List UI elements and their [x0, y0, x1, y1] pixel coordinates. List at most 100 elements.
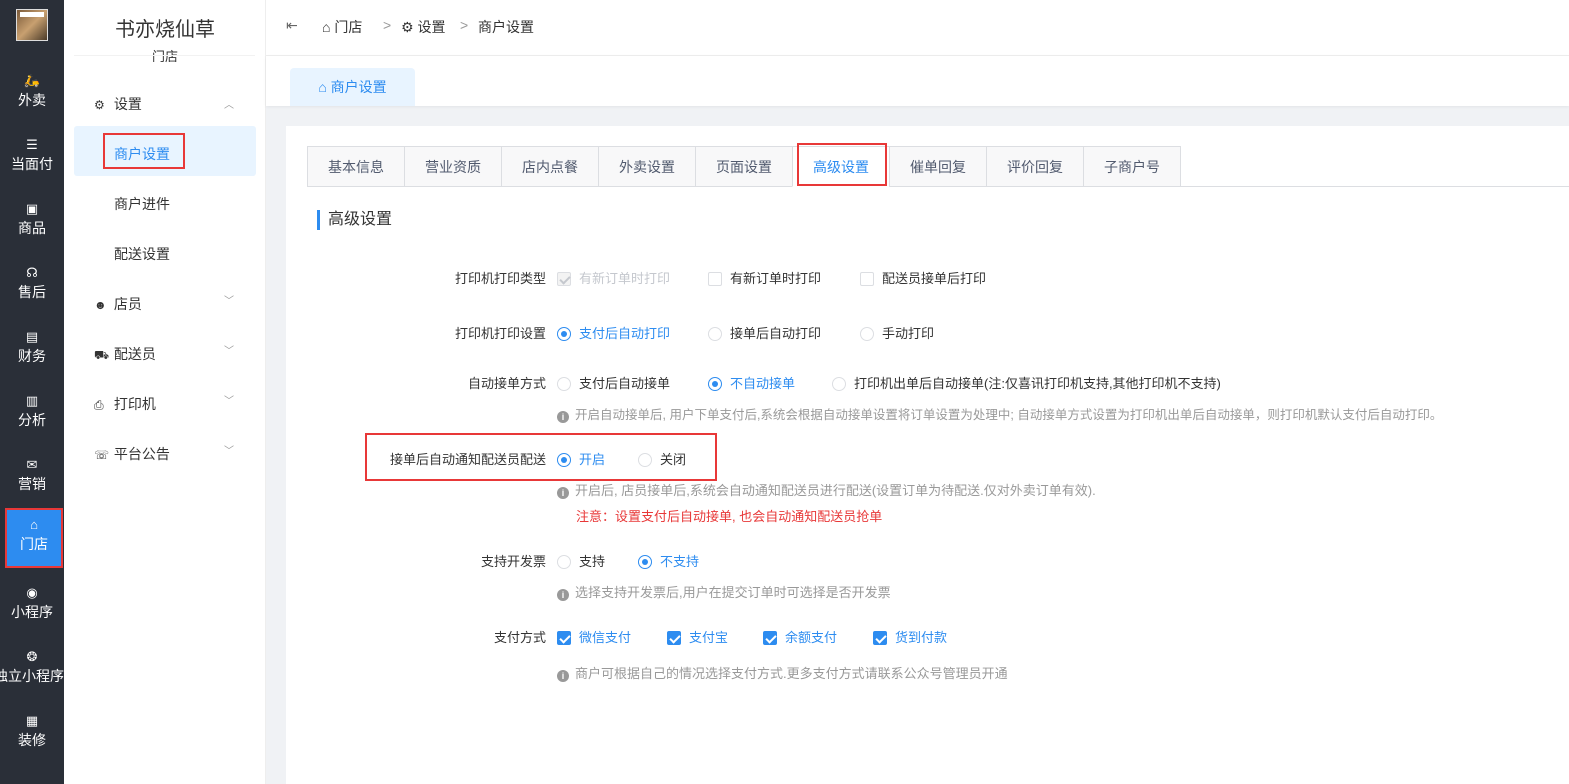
auto-accept-after-payment-radio[interactable]: 支付后自动接单	[557, 373, 670, 392]
option-label: 微信支付	[579, 630, 632, 645]
nav-group-notice[interactable]: ☏ 平台公告	[94, 444, 170, 464]
print-type-courier-accepted[interactable]: 配送员接单后打印	[860, 268, 986, 287]
checkbox-icon	[557, 631, 571, 645]
print-after-payment-radio[interactable]: 支付后自动打印	[557, 323, 670, 342]
courier-icon: ⛟	[94, 348, 110, 362]
payment-cod-checkbox[interactable]: 货到付款	[873, 627, 947, 646]
invoice-hint: i 选择支持开发票后,用户在提交订单时可选择是否开发票	[557, 582, 891, 601]
nav-item-merchant-onboarding[interactable]: 商户进件	[114, 194, 170, 214]
rail-item-label: 小程序	[11, 604, 53, 620]
print-manual-radio[interactable]: 手动打印	[860, 323, 934, 342]
checkbox-icon	[708, 272, 722, 286]
rail-item-facepay[interactable]: ☰ 当面付	[0, 130, 64, 190]
tab-page-settings[interactable]: 页面设置	[695, 146, 793, 187]
rail-item-takeout[interactable]: 🛵 外卖	[0, 66, 64, 126]
rail-item-store[interactable]: ⌂ 门店	[5, 508, 63, 568]
radio-icon	[832, 377, 846, 391]
invoice-support-radio[interactable]: 支持	[557, 551, 605, 570]
radio-icon	[860, 327, 874, 341]
divider	[74, 55, 255, 56]
option-label: 余额支付	[785, 630, 838, 645]
payment-balance-checkbox[interactable]: 余额支付	[763, 627, 837, 646]
invoice-no-support-radio[interactable]: 不支持	[638, 551, 699, 570]
print-type-label: 打印机打印类型	[454, 271, 546, 286]
option-label: 有新订单时打印	[730, 271, 822, 286]
hint-text: 选择支持开发票后,用户在提交订单时可选择是否开发票	[575, 585, 891, 600]
finance-icon: ▤	[25, 329, 39, 344]
hint-text: 开启后, 店员接单后,系统会自动通知配送员进行配送(设置订单为待配送.仅对外卖订…	[575, 483, 1096, 498]
print-after-accept-radio[interactable]: 接单后自动打印	[708, 323, 821, 342]
breadcrumb-settings[interactable]: ⚙ 设置	[401, 17, 445, 37]
page-tab-merchant-settings[interactable]: ⌂ 商户设置	[290, 68, 415, 106]
auto-accept-label: 自动接单方式	[467, 376, 546, 391]
nav-group-label: 设置	[113, 96, 142, 112]
radio-icon	[557, 453, 571, 467]
rail-item-decoration[interactable]: ▦ 装修	[0, 706, 64, 766]
tab-dine-in[interactable]: 店内点餐	[501, 146, 599, 187]
list-icon: ☰	[26, 137, 38, 152]
rail-item-standalone-miniprogram[interactable]: ❂ 独立小程序	[0, 642, 64, 702]
payment-label: 支付方式	[493, 630, 546, 645]
auto-accept-after-print-radio[interactable]: 打印机出单后自动接单(注:仅喜讯打印机支持,其他打印机不支持)	[832, 373, 1221, 392]
rail-item-analysis[interactable]: ▥ 分析	[0, 386, 64, 446]
checkbox-icon	[763, 631, 777, 645]
headset-icon: ☊	[26, 265, 38, 280]
checkbox-icon	[557, 272, 571, 286]
checkbox-icon	[860, 272, 874, 286]
option-label: 不支持	[660, 554, 700, 569]
main-rail: 🛵 外卖 ☰ 当面付 ▣ 商品 ☊ 售后 ▤ 财务 ▥ 分析 ✉ 营销 ⌂ 门店…	[0, 0, 64, 784]
tab-reminder-reply[interactable]: 催单回复	[889, 146, 987, 187]
nav-item-delivery-settings[interactable]: 配送设置	[114, 244, 170, 264]
store-icon: ⌂	[30, 517, 38, 532]
settings-card: 基本信息 营业资质 店内点餐 外卖设置 页面设置 高级设置 催单回复 评价回复 …	[286, 126, 1569, 784]
collapse-menu-icon[interactable]: ⇤	[286, 17, 298, 34]
notify-courier-off-radio[interactable]: 关闭	[638, 449, 686, 468]
payment-alipay-checkbox[interactable]: 支付宝	[667, 627, 728, 646]
print-type-new-order[interactable]: 有新订单时打印	[708, 268, 821, 287]
breadcrumb-label: 设置	[417, 19, 446, 35]
scooter-icon: 🛵	[23, 73, 41, 88]
chevron-up-icon[interactable]: ︿	[224, 96, 234, 111]
gift-icon: ✉	[26, 457, 38, 472]
announcement-icon: ☏	[94, 448, 110, 462]
chevron-down-icon[interactable]: ﹀	[224, 342, 234, 357]
notify-courier-warning: 注意：设置支付后自动接单, 也会自动通知配送员抢单	[576, 509, 883, 524]
store-logo	[16, 9, 48, 41]
rail-item-label: 外卖	[18, 92, 46, 108]
nav-group-courier[interactable]: ⛟ 配送员	[94, 344, 156, 364]
rail-item-aftersale[interactable]: ☊ 售后	[0, 258, 64, 318]
tab-basic-info[interactable]: 基本信息	[307, 146, 405, 187]
chevron-down-icon[interactable]: ﹀	[224, 392, 234, 407]
tab-takeout-settings[interactable]: 外卖设置	[598, 146, 696, 187]
rail-item-label: 营销	[18, 476, 46, 492]
tab-business-license[interactable]: 营业资质	[404, 146, 502, 187]
radio-icon	[708, 377, 722, 391]
rail-item-miniprogram[interactable]: ◉ 小程序	[0, 578, 64, 638]
breadcrumb-label: 门店	[334, 19, 363, 35]
tab-review-reply[interactable]: 评价回复	[986, 146, 1084, 187]
rail-item-marketing[interactable]: ✉ 营销	[0, 450, 64, 510]
notify-courier-hint: i 开启后, 店员接单后,系统会自动通知配送员进行配送(设置订单为待配送.仅对外卖…	[557, 480, 1096, 499]
option-label: 支持	[579, 554, 606, 569]
no-auto-accept-radio[interactable]: 不自动接单	[708, 373, 795, 392]
payment-wechat-checkbox[interactable]: 微信支付	[557, 627, 631, 646]
decor-icon: ▦	[25, 713, 39, 728]
rail-item-finance[interactable]: ▤ 财务	[0, 322, 64, 382]
nav-group-staff[interactable]: ☻ 店员	[94, 294, 142, 314]
printer-icon: ⎙	[94, 398, 104, 412]
tab-sub-merchant[interactable]: 子商户号	[1083, 146, 1181, 187]
notify-courier-on-radio[interactable]: 开启	[557, 449, 605, 468]
checkbox-icon	[667, 631, 681, 645]
breadcrumb-store[interactable]: ⌂ 门店	[322, 17, 362, 37]
nav-group-settings[interactable]: ⚙ 设置	[94, 94, 142, 114]
payment-hint: i 商户可根据自己的情况选择支付方式.更多支付方式请联系公众号管理员开通	[557, 663, 1008, 682]
notify-courier-label: 接单后自动通知配送员配送	[389, 452, 546, 467]
chevron-down-icon[interactable]: ﹀	[224, 442, 234, 457]
rail-item-label: 独立小程序	[0, 668, 64, 684]
rail-item-goods[interactable]: ▣ 商品	[0, 194, 64, 254]
option-label: 不自动接单	[730, 376, 796, 391]
nav-group-printer[interactable]: ⎙ 打印机	[94, 394, 156, 414]
chevron-down-icon[interactable]: ﹀	[224, 292, 234, 307]
nav-group-label: 配送员	[113, 346, 156, 362]
option-label: 打印机出单后自动接单(注:仅喜讯打印机支持,其他打印机不支持)	[854, 376, 1221, 391]
